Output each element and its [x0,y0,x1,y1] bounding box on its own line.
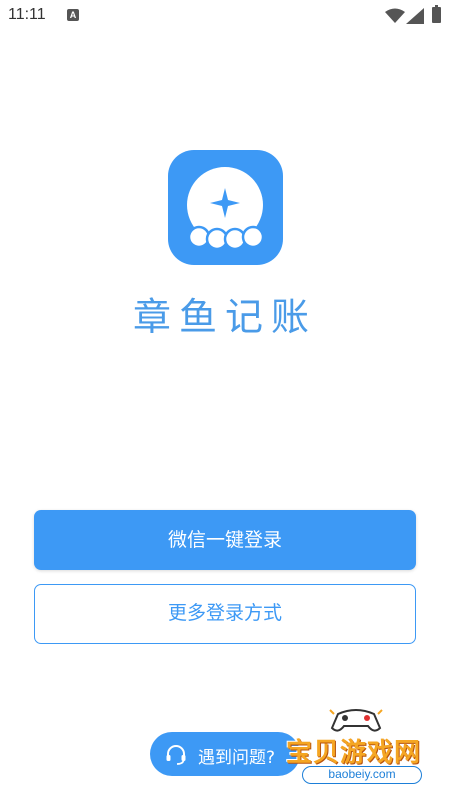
wifi-icon [385,8,405,23]
wechat-login-button[interactable]: 微信一键登录 [34,510,416,570]
more-login-options-button[interactable]: 更多登录方式 [34,584,416,644]
gamepad-icon [329,709,383,732]
signal-icon [406,8,424,24]
app-name: 章鱼记账 [132,295,317,339]
octopus-logo-icon [187,167,265,251]
status-bar: 11:11 A [0,0,450,32]
headset-icon [166,745,186,765]
help-label: 遇到问题? [198,748,276,768]
status-time: 11:11 [8,6,46,23]
battery-icon [432,5,441,23]
watermark-url: baobeiy.com [302,766,422,784]
watermark-title: 宝贝游戏网 [286,738,422,768]
watermark: 宝贝游戏网 baobeiy.com [272,700,450,800]
notification-a-icon: A [67,9,79,21]
app-logo [168,150,283,265]
